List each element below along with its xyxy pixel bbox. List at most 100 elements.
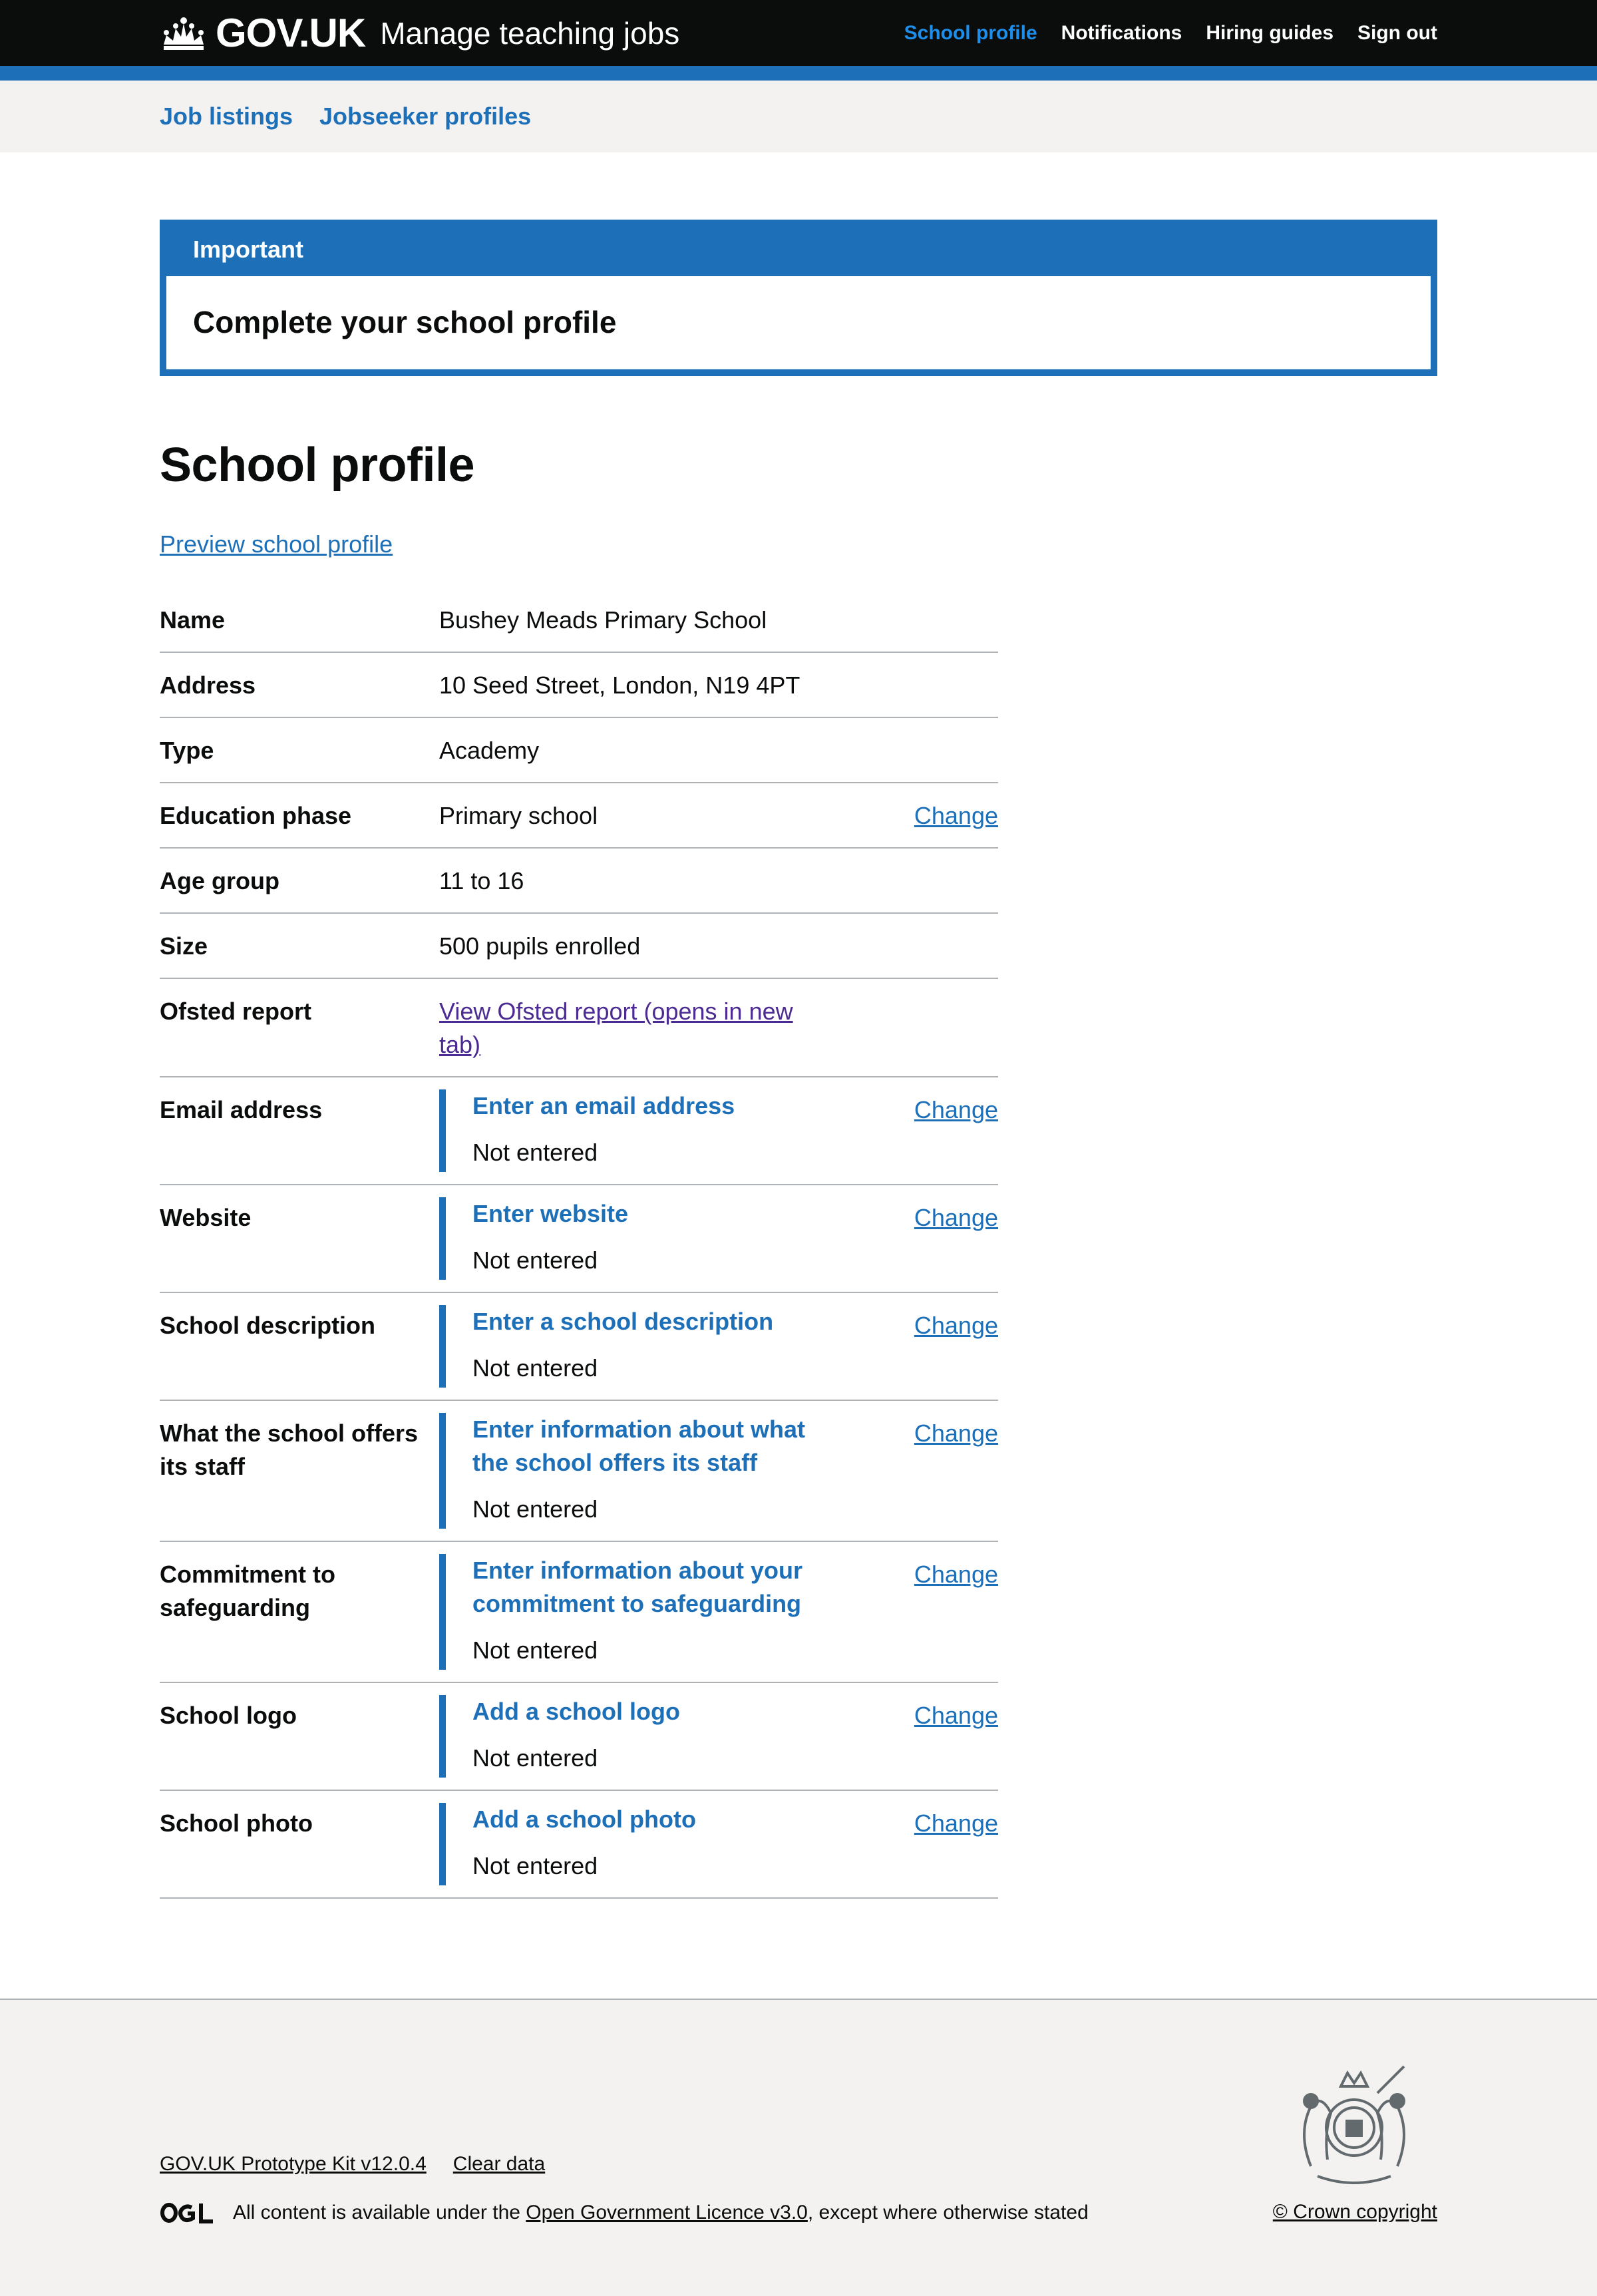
licence-suffix: , except where otherwise stated	[807, 2201, 1089, 2223]
page-title: School profile	[160, 439, 475, 492]
task-inset: Add a school logo Not entered	[439, 1695, 825, 1778]
summary-actions: Change	[838, 799, 998, 833]
govuk-logo-link[interactable]: GOV.UK	[160, 13, 366, 53]
summary-value: Enter a school description Not entered	[439, 1305, 838, 1388]
change-safeguarding-link[interactable]: Change	[914, 1561, 998, 1588]
summary-actions: Change	[838, 1699, 998, 1775]
summary-value: Bushey Meads Primary School	[439, 606, 767, 634]
sub-navigation-bar: Job listings Jobseeker profiles	[0, 81, 1597, 152]
footer-links: GOV.UK Prototype Kit v12.0.4 Clear data	[160, 2153, 572, 2176]
task-inset: Enter an email address Not entered	[439, 1089, 825, 1172]
summary-actions: Change	[838, 1201, 998, 1277]
status-text: Not entered	[472, 1495, 598, 1523]
change-school-logo-link[interactable]: Change	[914, 1702, 998, 1729]
sub-navigation: Job listings Jobseeker profiles	[160, 81, 558, 152]
banner-heading: Complete your school profile	[193, 305, 617, 339]
header-container: GOV.UK Manage teaching jobs School profi…	[160, 0, 1437, 66]
change-school-photo-link[interactable]: Change	[914, 1810, 998, 1837]
summary-key: School photo	[160, 1810, 313, 1837]
clear-data-link[interactable]: Clear data	[453, 2153, 545, 2176]
summary-key: Email address	[160, 1096, 323, 1123]
ogl-logo-icon	[160, 2203, 213, 2223]
summary-value: Enter information about what the school …	[439, 1413, 838, 1529]
nav-hiring-guides[interactable]: Hiring guides	[1206, 23, 1333, 43]
nav-school-profile[interactable]: School profile	[904, 23, 1037, 43]
crown-copyright: © Crown copyright	[1273, 2201, 1437, 2223]
task-inset: Enter a school description Not entered	[439, 1305, 825, 1388]
subnav-jobseeker-profiles[interactable]: Jobseeker profiles	[319, 102, 531, 130]
subnav-job-listings[interactable]: Job listings	[160, 102, 293, 130]
main-content: Important Complete your school profile S…	[160, 220, 1437, 1899]
task-inset: Enter website Not entered	[439, 1197, 825, 1280]
summary-value: Primary school	[439, 802, 598, 829]
header-navigation: School profile Notifications Hiring guid…	[880, 23, 1437, 43]
summary-row-school-photo: School photo Add a school photo Not ente…	[160, 1791, 998, 1899]
crown-icon	[164, 17, 204, 50]
licence-info: All content is available under the Open …	[160, 2201, 1089, 2225]
change-email-address-link[interactable]: Change	[914, 1096, 998, 1123]
change-staff-offer-link[interactable]: Change	[914, 1420, 998, 1447]
summary-row-size: Size 500 pupils enrolled	[160, 914, 998, 979]
change-website-link[interactable]: Change	[914, 1204, 998, 1231]
add-school-photo-link[interactable]: Add a school photo	[472, 1803, 825, 1836]
task-inset: Add a school photo Not entered	[439, 1803, 825, 1885]
summary-row-education-phase: Education phase Primary school Change	[160, 783, 998, 849]
summary-actions: Change	[838, 1558, 998, 1667]
summary-key: School logo	[160, 1702, 297, 1729]
summary-actions	[838, 864, 998, 898]
summary-key: Age group	[160, 867, 279, 894]
summary-actions	[838, 604, 998, 637]
status-text: Not entered	[472, 1246, 598, 1274]
summary-key: Ofsted report	[160, 998, 312, 1025]
summary-key: Website	[160, 1204, 252, 1231]
summary-key: What the school offers its staff	[160, 1420, 419, 1480]
service-name[interactable]: Manage teaching jobs	[380, 18, 679, 49]
summary-row-name: Name Bushey Meads Primary School	[160, 588, 998, 653]
summary-key: Commitment to safeguarding	[160, 1561, 335, 1621]
summary-key: School description	[160, 1312, 376, 1339]
summary-value: 500 pupils enrolled	[439, 932, 641, 960]
enter-website-link[interactable]: Enter website	[472, 1197, 825, 1231]
crown-copyright-link[interactable]: © Crown copyright	[1273, 2201, 1437, 2223]
site-footer: GOV.UK Prototype Kit v12.0.4 Clear data …	[0, 1999, 1597, 2296]
summary-value: Academy	[439, 737, 540, 764]
summary-actions: Change	[838, 1309, 998, 1385]
summary-actions	[838, 930, 998, 963]
summary-value: Add a school photo Not entered	[439, 1803, 838, 1885]
view-ofsted-report-link[interactable]: View Ofsted report (opens in new tab)	[439, 998, 793, 1058]
preview-school-profile-link[interactable]: Preview school profile	[160, 530, 393, 558]
enter-staff-offer-link[interactable]: Enter information about what the school …	[472, 1413, 825, 1479]
task-inset: Enter information about what the school …	[439, 1413, 825, 1529]
licence-prefix: All content is available under the	[233, 2201, 520, 2223]
summary-actions: Change	[838, 1417, 998, 1526]
summary-actions	[838, 995, 998, 1061]
change-education-phase-link[interactable]: Change	[914, 802, 998, 829]
summary-row-address: Address 10 Seed Street, London, N19 4PT	[160, 653, 998, 718]
nav-sign-out[interactable]: Sign out	[1357, 23, 1437, 43]
prototype-kit-link[interactable]: GOV.UK Prototype Kit v12.0.4	[160, 2153, 427, 2176]
summary-actions	[838, 669, 998, 702]
summary-row-school-description: School description Enter a school descri…	[160, 1293, 998, 1401]
royal-coat-of-arms-icon	[1303, 2065, 1405, 2184]
enter-email-address-link[interactable]: Enter an email address	[472, 1089, 825, 1123]
summary-value: 10 Seed Street, London, N19 4PT	[439, 671, 800, 699]
enter-school-description-link[interactable]: Enter a school description	[472, 1305, 825, 1338]
nav-notifications[interactable]: Notifications	[1061, 23, 1182, 43]
summary-row-type: Type Academy	[160, 718, 998, 783]
open-government-licence-link[interactable]: Open Government Licence v3.0	[526, 2201, 808, 2224]
change-school-description-link[interactable]: Change	[914, 1312, 998, 1339]
summary-value: View Ofsted report (opens in new tab)	[439, 995, 838, 1061]
summary-row-age-group: Age group 11 to 16	[160, 849, 998, 914]
summary-key: Education phase	[160, 802, 352, 829]
summary-row-staff-offer: What the school offers its staff Enter i…	[160, 1401, 998, 1542]
summary-value: Enter information about your commitment …	[439, 1554, 838, 1670]
summary-row-safeguarding: Commitment to safeguarding Enter informa…	[160, 1542, 998, 1683]
status-text: Not entered	[472, 1354, 598, 1382]
summary-row-school-logo: School logo Add a school logo Not entere…	[160, 1683, 998, 1791]
summary-value: Enter an email address Not entered	[439, 1089, 838, 1172]
enter-safeguarding-link[interactable]: Enter information about your commitment …	[472, 1554, 825, 1621]
summary-value: Add a school logo Not entered	[439, 1695, 838, 1778]
status-text: Not entered	[472, 1139, 598, 1166]
add-school-logo-link[interactable]: Add a school logo	[472, 1695, 825, 1728]
summary-list: Name Bushey Meads Primary School Address…	[160, 588, 998, 1899]
